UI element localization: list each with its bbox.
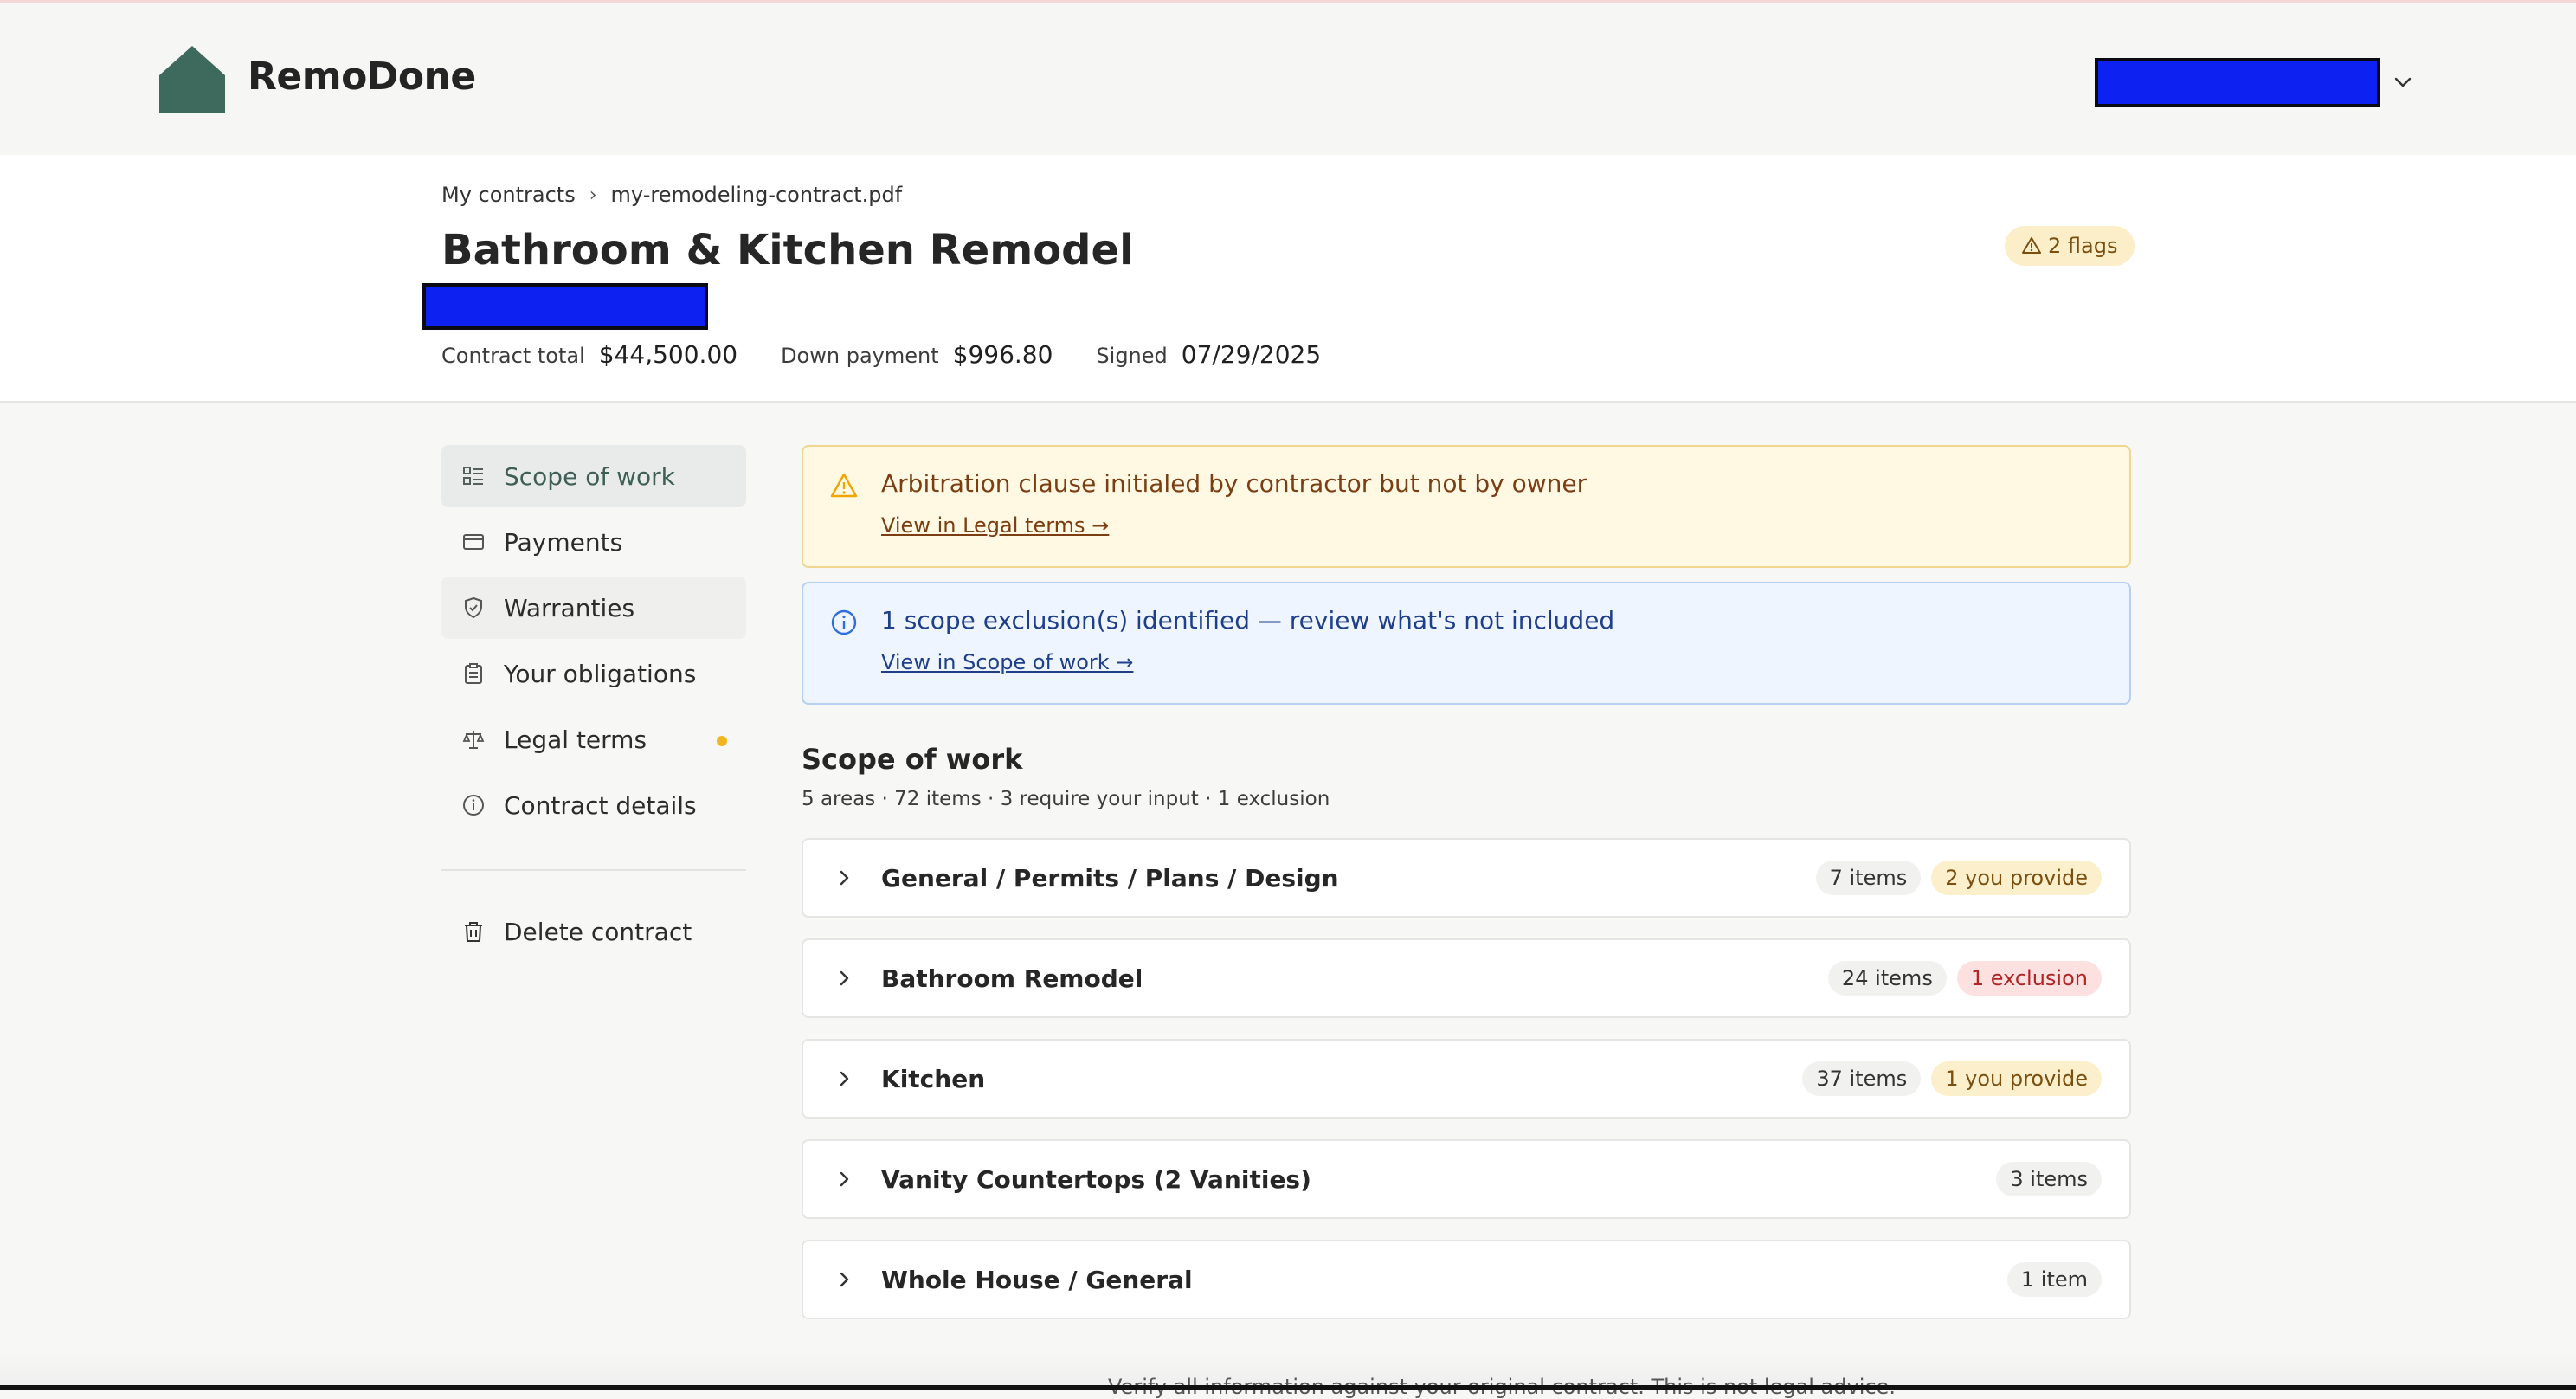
scales-icon: [462, 731, 485, 749]
stat-down-payment: Down payment $996.80: [781, 340, 1053, 369]
subtitle-redacted: [422, 283, 708, 330]
sidebar-item-warranties[interactable]: Warranties: [441, 577, 746, 639]
flags-badge-label: 2 flags: [2048, 234, 2118, 258]
item-count-badge: 37 items: [1802, 1061, 1922, 1096]
sidebar-item-label: Payments: [504, 527, 623, 557]
stat-contract-total: Contract total $44,500.00: [441, 340, 737, 369]
area-name: Bathroom Remodel: [881, 964, 1143, 993]
alert-message: 1 scope exclusion(s) identified — review…: [881, 606, 1615, 635]
attention-dot: [717, 736, 727, 746]
app-header: RemoDone: [0, 3, 2576, 155]
item-count-badge: 3 items: [1996, 1162, 2102, 1196]
house-logo-icon[interactable]: [159, 46, 225, 113]
sidebar-item-scope-of-work[interactable]: Scope of work: [441, 445, 746, 507]
arbitration-warning-alert: Arbitration clause initialed by contract…: [802, 445, 2131, 568]
sidebar-item-payments[interactable]: Payments: [441, 511, 746, 573]
scope-area-row[interactable]: Whole House / General 1 item: [802, 1240, 2131, 1319]
breadcrumb: My contracts › my-remodeling-contract.pd…: [441, 183, 902, 207]
sidebar-item-your-obligations[interactable]: Your obligations: [441, 642, 746, 705]
scope-area-row[interactable]: Vanity Countertops (2 Vanities) 3 items: [802, 1139, 2131, 1219]
you-provide-badge: 1 you provide: [1931, 1061, 2102, 1096]
stat-label: Contract total: [441, 344, 585, 368]
scope-area-row[interactable]: Bathroom Remodel 24 items 1 exclusion: [802, 938, 2131, 1018]
warning-icon: [2022, 237, 2041, 254]
stat-label: Down payment: [781, 344, 939, 368]
chevron-right-icon: [840, 1171, 849, 1187]
chevron-right-icon: [840, 970, 849, 986]
area-name: Kitchen: [881, 1064, 986, 1093]
stat-label: Signed: [1096, 344, 1168, 368]
item-count-badge: 7 items: [1815, 861, 1922, 895]
contract-titlebar: My contracts › my-remodeling-contract.pd…: [0, 155, 2576, 403]
delete-contract-label: Delete contract: [504, 917, 692, 946]
sidebar-item-contract-details[interactable]: Contract details: [441, 774, 746, 836]
section-title: Scope of work: [802, 743, 1023, 776]
window-bottom-edge: [0, 1385, 2576, 1390]
stat-value: $44,500.00: [598, 340, 738, 369]
warning-icon: [830, 473, 858, 498]
sidebar-nav: Scope of work Payments Warranties Your o…: [441, 445, 746, 966]
scope-exclusion-alert: 1 scope exclusion(s) identified — review…: [802, 582, 2131, 705]
scope-area-row[interactable]: General / Permits / Plans / Design 7 ite…: [802, 838, 2131, 918]
you-provide-badge: 2 you provide: [1931, 861, 2102, 895]
list-icon: [463, 467, 483, 485]
breadcrumb-file: my-remodeling-contract.pdf: [610, 183, 903, 207]
flags-badge[interactable]: 2 flags: [2005, 226, 2135, 266]
chevron-right-icon: [840, 870, 849, 886]
item-count-badge: 24 items: [1827, 961, 1947, 996]
sidebar-divider: [441, 869, 746, 871]
card-icon: [463, 534, 484, 550]
breadcrumb-my-contracts[interactable]: My contracts: [441, 183, 576, 207]
area-name: General / Permits / Plans / Design: [881, 863, 1339, 893]
sidebar-item-label: Your obligations: [504, 659, 697, 688]
stat-value: 07/29/2025: [1181, 340, 1322, 369]
info-icon: [831, 609, 857, 635]
sidebar-item-label: Contract details: [504, 790, 697, 820]
breadcrumb-separator: ›: [589, 184, 597, 206]
sidebar-item-label: Scope of work: [504, 461, 675, 491]
view-scope-of-work-link[interactable]: View in Scope of work →: [881, 650, 1133, 674]
page-title: Bathroom & Kitchen Remodel: [441, 226, 1134, 274]
section-summary: 5 areas · 72 items · 3 require your inpu…: [802, 788, 1330, 810]
area-name: Whole House / General: [881, 1265, 1193, 1294]
chevron-right-icon: [840, 1272, 849, 1287]
exclusion-badge: 1 exclusion: [1956, 961, 2102, 996]
chevron-right-icon: [840, 1071, 849, 1086]
sidebar-item-label: Warranties: [504, 593, 635, 622]
scope-area-row[interactable]: Kitchen 37 items 1 you provide: [802, 1039, 2131, 1119]
item-count-badge: 1 item: [2006, 1262, 2102, 1297]
delete-contract-button[interactable]: Delete contract: [441, 900, 746, 963]
view-legal-terms-link[interactable]: View in Legal terms →: [881, 513, 1109, 538]
shield-icon: [465, 596, 482, 619]
info-icon: [463, 795, 484, 816]
alert-message: Arbitration clause initialed by contract…: [881, 469, 1587, 498]
brand-name[interactable]: RemoDone: [248, 55, 476, 99]
chevron-down-icon[interactable]: [2391, 70, 2415, 94]
clipboard-icon: [465, 663, 482, 684]
user-menu-redacted[interactable]: [2095, 58, 2380, 107]
area-name: Vanity Countertops (2 Vanities): [881, 1164, 1311, 1194]
stat-value: $996.80: [952, 340, 1053, 369]
trash-icon: [465, 922, 482, 942]
sidebar-item-label: Legal terms: [504, 725, 647, 754]
main-content: Arbitration clause initialed by contract…: [802, 445, 2131, 1340]
stat-signed: Signed 07/29/2025: [1096, 340, 1321, 369]
sidebar-item-legal-terms[interactable]: Legal terms: [441, 708, 746, 770]
contract-stats: Contract total $44,500.00 Down payment $…: [441, 340, 1321, 369]
